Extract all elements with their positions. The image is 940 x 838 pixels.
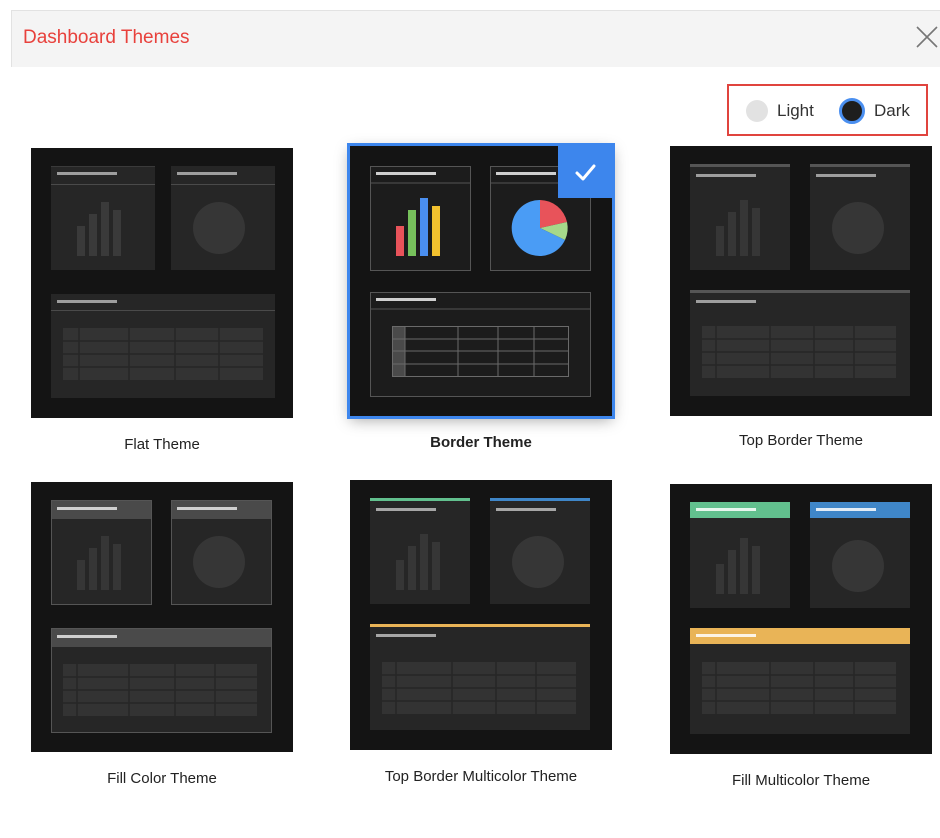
- theme-card-border[interactable]: [347, 143, 615, 419]
- fill-color-theme-preview: [51, 500, 272, 733]
- fill-multicolor-theme-preview: [690, 502, 910, 734]
- border-theme-label: Border Theme: [430, 434, 532, 451]
- dark-radio-circle: [839, 98, 865, 124]
- light-mode-radio[interactable]: Light: [746, 99, 814, 123]
- dialog-header: Dashboard Themes: [11, 10, 940, 67]
- theme-card-fill-color[interactable]: [31, 482, 293, 752]
- selected-check-icon: [558, 146, 612, 198]
- flat-theme-preview: [51, 166, 275, 398]
- dashboard-themes-dialog: Dashboard Themes Light Dark Flat Theme B…: [0, 0, 940, 838]
- dark-mode-radio[interactable]: Dark: [839, 98, 910, 124]
- theme-card-top-border[interactable]: [670, 146, 932, 416]
- close-icon[interactable]: [913, 23, 940, 51]
- top-border-theme-label: Top Border Theme: [739, 432, 863, 449]
- fill-multicolor-theme-label: Fill Multicolor Theme: [731, 772, 871, 789]
- top-border-multicolor-theme-label: Top Border Multicolor Theme: [384, 768, 578, 785]
- theme-card-flat[interactable]: [31, 148, 293, 418]
- top-border-multicolor-theme-preview: [370, 498, 590, 730]
- top-border-theme-preview: [690, 164, 910, 396]
- theme-mode-toggle: Light Dark: [727, 84, 928, 136]
- light-radio-circle: [746, 100, 768, 122]
- dialog-title: Dashboard Themes: [23, 27, 190, 48]
- flat-theme-label: Flat Theme: [124, 436, 200, 453]
- light-mode-label: Light: [777, 101, 814, 120]
- theme-card-top-border-multicolor[interactable]: [350, 480, 612, 750]
- dark-mode-label: Dark: [874, 101, 910, 120]
- fill-color-theme-label: Fill Color Theme: [107, 770, 217, 787]
- theme-card-fill-multicolor[interactable]: [670, 484, 932, 754]
